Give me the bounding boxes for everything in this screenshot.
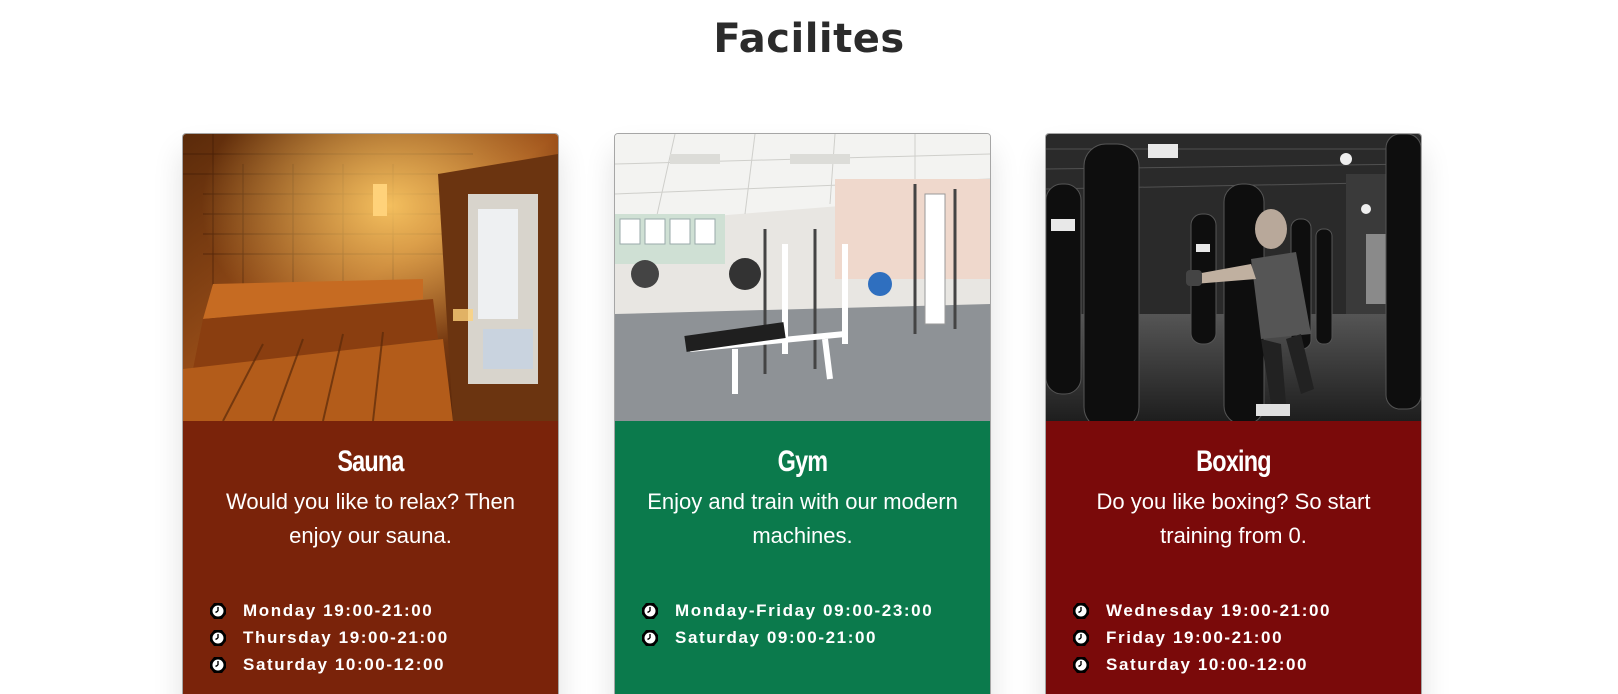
clock-icon: [642, 629, 658, 646]
hours-text: Monday-Friday 09:00-23:00: [675, 600, 934, 620]
facilities-section: Facilites Sauna Would you like to relax?…: [0, 0, 1618, 694]
opening-hours-list: Monday-Friday 09:00-23:00 Saturday 09:00…: [641, 597, 933, 651]
clock-icon: [210, 629, 226, 646]
opening-hours-list: Monday 19:00-21:00 Thursday 19:00-21:00 …: [209, 597, 449, 678]
hours-item: Wednesday 19:00-21:00: [1072, 597, 1331, 624]
hours-text: Saturday 10:00-12:00: [243, 654, 446, 674]
clock-icon: [1073, 629, 1089, 646]
opening-hours-list: Wednesday 19:00-21:00 Friday 19:00-21:00…: [1072, 597, 1331, 678]
clock-icon: [1073, 602, 1089, 619]
hours-item: Saturday 09:00-21:00: [641, 624, 933, 651]
hours-item: Monday 19:00-21:00: [209, 597, 449, 624]
facility-card-sauna: Sauna Would you like to relax? Then enjo…: [182, 133, 559, 694]
card-title: Boxing: [1196, 445, 1271, 478]
boxing-photo: [1046, 134, 1421, 421]
hours-text: Monday 19:00-21:00: [243, 600, 434, 620]
card-title: Gym: [777, 445, 828, 478]
card-description: Do you like boxing? So start training fr…: [1096, 489, 1371, 548]
hours-item: Saturday 10:00-12:00: [209, 651, 449, 678]
section-title: Facilites: [713, 16, 905, 62]
facility-card-gym: Gym Enjoy and train with our modern mach…: [614, 133, 991, 694]
sauna-photo: [183, 134, 558, 421]
facility-cards: Sauna Would you like to relax? Then enjo…: [0, 133, 1618, 694]
hours-text: Wednesday 19:00-21:00: [1106, 600, 1332, 620]
hours-text: Thursday 19:00-21:00: [243, 627, 449, 647]
clock-icon: [1073, 656, 1089, 673]
card-description: Enjoy and train with our modern machines…: [647, 489, 958, 548]
hours-text: Saturday 10:00-12:00: [1106, 654, 1309, 674]
hours-text: Friday 19:00-21:00: [1106, 627, 1284, 647]
card-title: Sauna: [337, 445, 404, 478]
card-description: Would you like to relax? Then enjoy our …: [225, 489, 516, 548]
sauna-card-body: Sauna Would you like to relax? Then enjo…: [183, 421, 558, 694]
hours-item: Friday 19:00-21:00: [1072, 624, 1331, 651]
gym-photo: [615, 134, 990, 421]
clock-icon: [210, 656, 226, 673]
hours-text: Saturday 09:00-21:00: [675, 627, 878, 647]
hours-item: Monday-Friday 09:00-23:00: [641, 597, 933, 624]
gym-card-body: Gym Enjoy and train with our modern mach…: [615, 421, 990, 694]
hours-item: Saturday 10:00-12:00: [1072, 651, 1331, 678]
hours-item: Thursday 19:00-21:00: [209, 624, 449, 651]
boxing-card-body: Boxing Do you like boxing? So start trai…: [1046, 421, 1421, 694]
clock-icon: [642, 602, 658, 619]
facility-card-boxing: Boxing Do you like boxing? So start trai…: [1045, 133, 1422, 694]
clock-icon: [210, 602, 226, 619]
